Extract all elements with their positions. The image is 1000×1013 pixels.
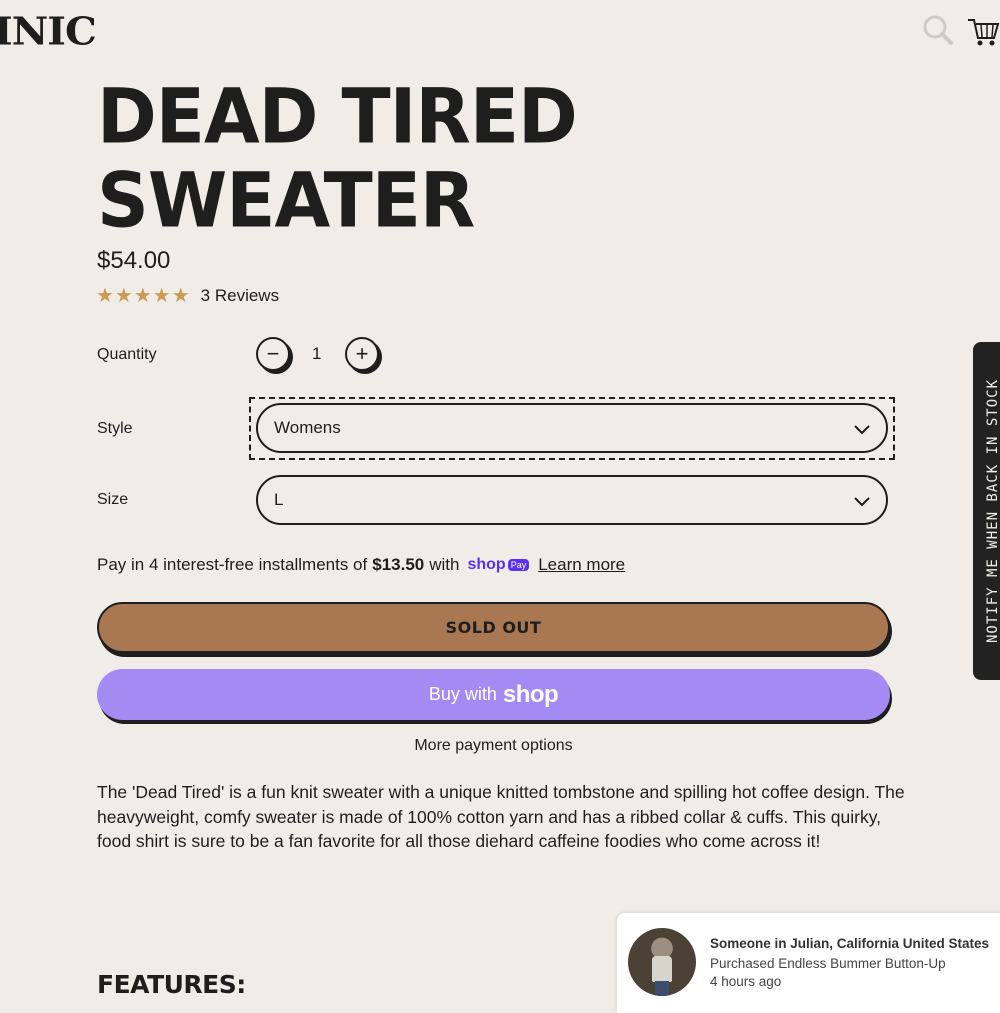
learn-more-link[interactable]: Learn more <box>538 555 625 575</box>
rating-summary[interactable]: ★★★★★ 3 Reviews <box>96 283 279 308</box>
plus-icon: + <box>355 341 369 366</box>
chevron-down-icon <box>854 425 870 435</box>
reviews-link[interactable]: 3 Reviews <box>201 286 279 306</box>
toast-subtitle: Purchased Endless Bummer Button-Up <box>710 956 946 971</box>
minus-icon: − <box>266 341 280 366</box>
sold-out-label: SOLD OUT <box>445 618 542 637</box>
title-line-2: SWEATER <box>97 155 475 245</box>
recent-purchase-popup[interactable]: Someone in Julian, California United Sta… <box>617 913 1000 1013</box>
header-actions <box>920 12 1000 48</box>
shop-logo: shop <box>502 680 559 708</box>
title-line-1: DEAD TIRED <box>97 71 578 161</box>
style-select-value: Womens <box>274 418 341 437</box>
star-rating-icon: ★★★★★ <box>96 285 191 307</box>
more-payment-options-link[interactable]: More payment options <box>97 737 890 755</box>
quantity-value[interactable]: 1 <box>312 344 321 364</box>
product-price: $54.00 <box>97 247 171 274</box>
sold-out-button[interactable]: SOLD OUT <box>97 602 890 653</box>
buy-with-shop-button[interactable]: Buy with shop <box>97 669 890 720</box>
toast-time: 4 hours ago <box>710 974 782 989</box>
style-label: Style <box>97 420 133 437</box>
product-description: The 'Dead Tired' is a fun knit sweater w… <box>97 782 905 851</box>
size-select-value: L <box>274 490 284 509</box>
installments-banner: Pay in 4 interest-free installments of $… <box>97 555 625 575</box>
size-label: Size <box>97 491 129 508</box>
product-thumbnail <box>628 928 696 996</box>
installments-with: with <box>429 555 460 574</box>
chevron-down-icon <box>854 497 870 507</box>
installments-text: Pay in 4 interest-free installments of <box>97 555 368 574</box>
notify-tab-label: NOTIFY ME WHEN BACK IN STOCK <box>985 378 1000 644</box>
quantity-increase-button[interactable]: + <box>345 337 379 371</box>
product-title: DEAD TIRED SWEATER <box>97 71 578 245</box>
search-icon[interactable] <box>920 12 956 48</box>
toast-title: Someone in Julian, California United Sta… <box>710 936 990 951</box>
buy-with-label: Buy with <box>428 684 497 704</box>
quantity-label: Quantity <box>97 346 157 363</box>
store-logo[interactable]: INIC <box>0 9 97 54</box>
installments-amount: $13.50 <box>372 555 425 574</box>
notify-back-in-stock-tab[interactable]: NOTIFY ME WHEN BACK IN STOCK <box>973 342 1000 680</box>
shop-wordmark: shop <box>467 556 506 573</box>
quantity-decrease-button[interactable]: − <box>256 337 290 371</box>
cart-icon[interactable] <box>964 12 1000 48</box>
style-select[interactable]: Womens <box>256 403 888 453</box>
features-heading: FEATURES: <box>97 970 246 999</box>
shop-pay-logo: shop Pay <box>467 556 530 574</box>
pay-pill: Pay <box>507 559 530 571</box>
size-select[interactable]: L <box>256 475 888 525</box>
